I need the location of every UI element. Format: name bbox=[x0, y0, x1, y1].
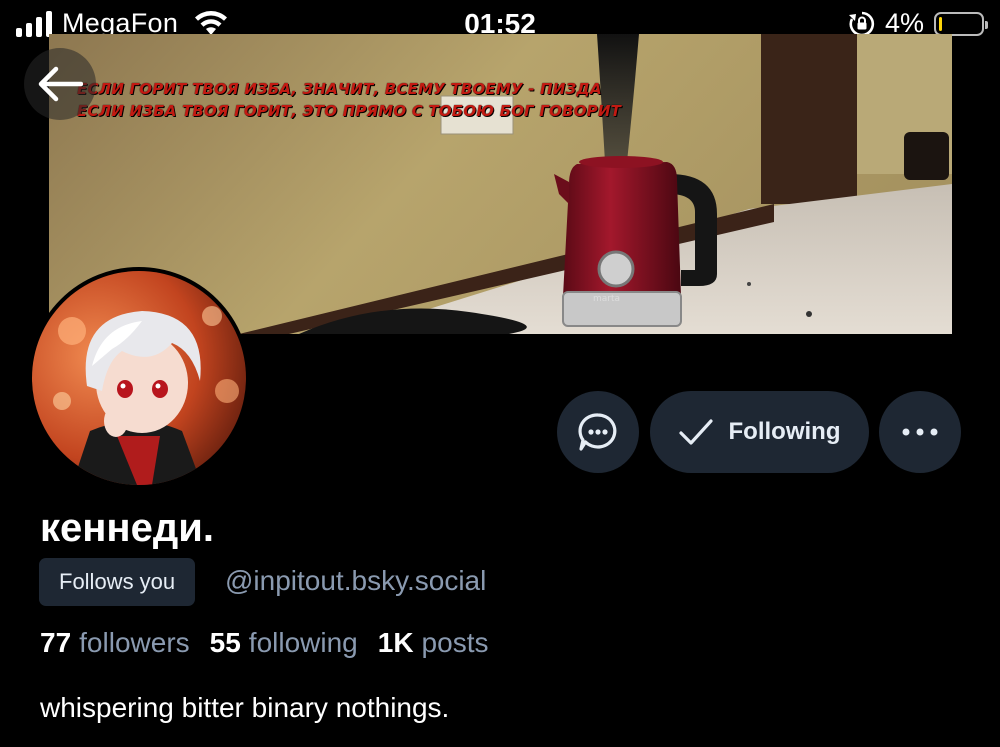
posts-label: posts bbox=[421, 627, 489, 658]
message-button[interactable] bbox=[557, 391, 639, 473]
kettle-brand: marta bbox=[593, 294, 620, 304]
follows-you-badge: Follows you bbox=[39, 558, 196, 606]
profile-handle: @inpitout.bsky.social bbox=[225, 565, 487, 596]
followers-label: followers bbox=[79, 627, 190, 658]
back-button[interactable] bbox=[24, 48, 96, 120]
following-label: following bbox=[248, 627, 358, 658]
posts-count: 1K bbox=[377, 627, 414, 658]
avatar[interactable] bbox=[28, 267, 250, 489]
display-name: кеннеди. bbox=[40, 506, 214, 550]
more-options-button[interactable] bbox=[879, 391, 961, 473]
followers-stat[interactable]: 77 followers bbox=[40, 627, 190, 659]
profile-stats: 77 followers 55 following 1K posts bbox=[40, 627, 488, 659]
arrow-left-icon bbox=[38, 66, 83, 102]
banner-caption-line1: ЕСЛИ ГОРИТ ТВОЯ ИЗБА, ЗНАЧИТ, ВСЕМУ ТВОЕ… bbox=[77, 80, 602, 98]
following-count: 55 bbox=[209, 627, 241, 658]
avatar-image bbox=[32, 271, 246, 485]
chat-bubble-icon bbox=[578, 413, 617, 451]
banner-caption: ЕСЛИ ГОРИТ ТВОЯ ИЗБА, ЗНАЧИТ, ВСЕМУ ТВОЕ… bbox=[77, 78, 621, 122]
battery-level bbox=[939, 16, 942, 31]
rotation-lock-icon bbox=[848, 11, 875, 36]
following-button[interactable]: Following bbox=[650, 391, 869, 473]
following-stat[interactable]: 55 following bbox=[210, 627, 358, 659]
banner-caption-line2: ЕСЛИ ИЗБА ТВОЯ ГОРИТ, ЭТО ПРЯМО С ТОБОЮ … bbox=[77, 102, 622, 120]
posts-stat: 1K posts bbox=[378, 627, 489, 659]
followers-count: 77 bbox=[40, 627, 72, 658]
ellipsis-icon bbox=[902, 428, 938, 436]
following-button-label: Following bbox=[728, 418, 841, 445]
profile-bio: whispering bitter binary nothings. bbox=[40, 692, 450, 723]
battery-icon bbox=[934, 11, 988, 36]
checkmark-icon bbox=[678, 419, 713, 445]
